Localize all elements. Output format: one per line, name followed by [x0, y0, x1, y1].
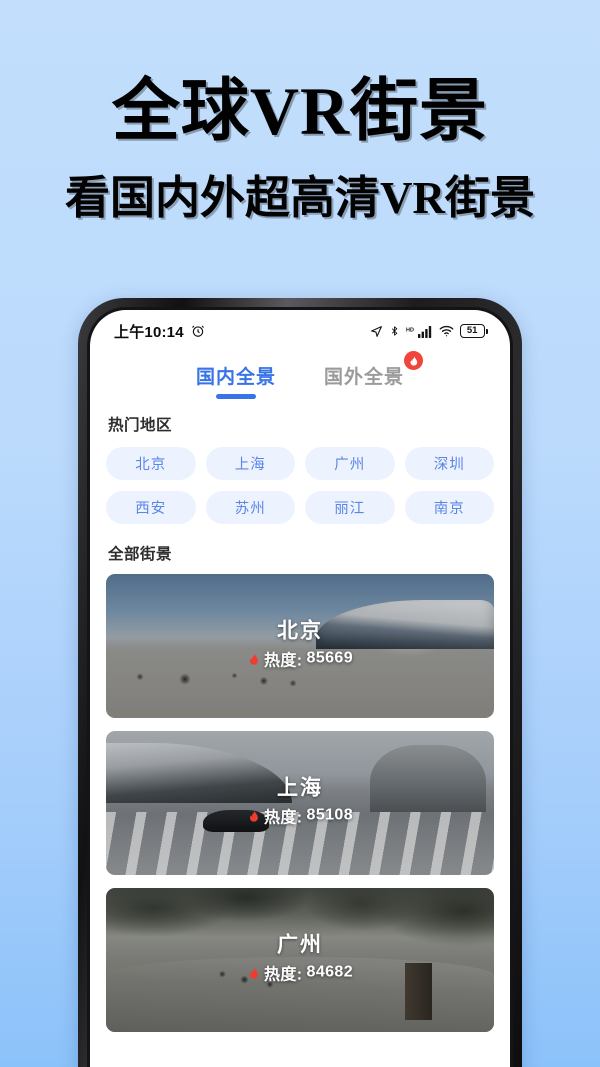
- status-bar-left: 上午10:14: [114, 321, 205, 342]
- fire-icon: [247, 965, 260, 980]
- card-heat-value: 85108: [306, 806, 354, 824]
- battery-level: 51: [466, 325, 478, 337]
- card-city-name: 广州: [277, 933, 323, 957]
- card-heat-value: 84682: [306, 963, 354, 981]
- card-heat: 热度: 85108: [247, 804, 353, 828]
- hot-regions-title: 热门地区: [108, 417, 173, 434]
- status-bar: 上午10:14 HD 51: [90, 310, 510, 348]
- wifi-icon: [439, 325, 454, 337]
- promo-header: 全球VR街景 看国内外超高清VR街景: [0, 0, 600, 224]
- navigation-arrow-icon: [370, 325, 383, 338]
- phone-screen: 上午10:14 HD 51 国内全景 国外全景 热门地区 北京 上海 广州 深圳…: [90, 310, 510, 1067]
- region-chip-guangzhou[interactable]: 广州: [305, 447, 395, 480]
- status-bar-right: HD 51: [370, 324, 488, 338]
- all-streets-title: 全部街景: [108, 546, 173, 563]
- page-title: 全球VR街景: [111, 73, 489, 149]
- card-city-name: 北京: [277, 619, 323, 643]
- card-heat-label: 热度:: [263, 652, 303, 670]
- svg-text:HD: HD: [406, 327, 414, 333]
- bluetooth-icon: [389, 324, 400, 338]
- region-chip-lijiang[interactable]: 丽江: [305, 491, 395, 524]
- card-label: 北京 热度: 85669: [106, 619, 494, 672]
- region-chip-xian[interactable]: 西安: [106, 491, 196, 524]
- region-chip-beijing[interactable]: 北京: [106, 447, 196, 480]
- tab-domestic-label: 国内全景: [195, 367, 276, 388]
- card-city-name: 上海: [277, 776, 323, 800]
- street-card[interactable]: 上海 热度: 85108: [106, 731, 494, 875]
- hot-regions-chips: 北京 上海 广州 深圳 西安 苏州 丽江 南京: [90, 435, 510, 524]
- region-chip-nanjing[interactable]: 南京: [404, 491, 494, 524]
- region-chip-suzhou[interactable]: 苏州: [205, 491, 295, 524]
- hd-signal-icon: HD: [406, 325, 433, 338]
- tab-overseas[interactable]: 国外全景: [322, 351, 424, 399]
- tab-bar: 国内全景 国外全景: [90, 348, 510, 399]
- tab-overseas-label: 国外全景: [324, 367, 405, 388]
- street-card[interactable]: 广州 热度: 84682: [106, 888, 494, 1032]
- card-heat-label: 热度:: [263, 966, 303, 984]
- fire-icon: [247, 808, 260, 823]
- card-heat: 热度: 84682: [247, 961, 353, 985]
- tab-domestic[interactable]: 国内全景: [194, 358, 278, 399]
- region-chip-shanghai[interactable]: 上海: [205, 447, 295, 480]
- street-card-list: 北京 热度: 85669 上海 热度: 85108 广州 热度: 84682: [90, 564, 510, 1032]
- fire-icon: [247, 651, 260, 666]
- battery-icon: 51: [459, 324, 488, 338]
- card-heat-label: 热度:: [263, 809, 303, 827]
- card-heat-value: 85669: [306, 649, 354, 667]
- tab-active-indicator: [215, 394, 256, 399]
- card-label: 上海 热度: 85108: [106, 776, 494, 829]
- fire-icon: [404, 351, 424, 370]
- region-chip-shenzhen[interactable]: 深圳: [404, 447, 494, 480]
- card-heat: 热度: 85669: [247, 647, 353, 671]
- alarm-clock-icon: [191, 324, 205, 338]
- page-subtitle: 看国内外超高清VR街景: [65, 173, 535, 223]
- street-card[interactable]: 北京 热度: 85669: [106, 574, 494, 718]
- phone-mockup: 上午10:14 HD 51 国内全景 国外全景 热门地区 北京 上海 广州 深圳…: [78, 298, 522, 1067]
- phone-bezel: 上午10:14 HD 51 国内全景 国外全景 热门地区 北京 上海 广州 深圳…: [87, 307, 513, 1067]
- status-time: 上午10:14: [114, 323, 184, 341]
- card-label: 广州 热度: 84682: [106, 933, 494, 986]
